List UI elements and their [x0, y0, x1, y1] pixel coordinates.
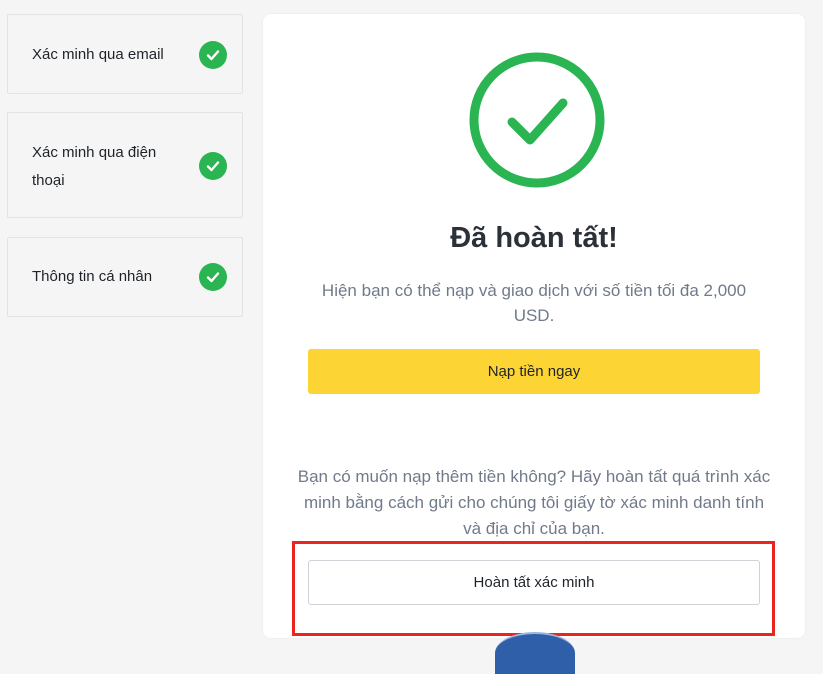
- deposit-now-button[interactable]: Nạp tiền ngay: [308, 349, 760, 394]
- step-label: Xác minh qua email: [32, 46, 164, 63]
- step-personal-info[interactable]: Thông tin cá nhân: [7, 237, 243, 317]
- check-icon: [199, 152, 227, 180]
- complete-verification-button[interactable]: Hoàn tất xác minh: [308, 560, 760, 605]
- step-label: Xác minh qua điện thoại: [32, 144, 157, 189]
- chat-support-icon[interactable]: [495, 632, 575, 674]
- step-email-verification[interactable]: Xác minh qua email: [7, 14, 243, 94]
- step-phone-verification[interactable]: Xác minh qua điện thoại: [7, 112, 243, 218]
- more-verification-description: Bạn có muốn nạp thêm tiền không? Hãy hoà…: [297, 467, 771, 538]
- verification-complete-card: Đã hoàn tất! Hiện bạn có thể nạp và giao…: [263, 14, 805, 638]
- success-check-circle-icon: [469, 52, 605, 188]
- deposit-limit-description: Hiện bạn có thể nạp và giao dịch với số …: [321, 281, 747, 325]
- check-icon: [199, 41, 227, 69]
- step-label: Thông tin cá nhân: [32, 268, 153, 285]
- complete-verification-label: Hoàn tất xác minh: [473, 574, 595, 591]
- page-title: Đã hoàn tất!: [450, 222, 618, 254]
- check-icon: [199, 263, 227, 291]
